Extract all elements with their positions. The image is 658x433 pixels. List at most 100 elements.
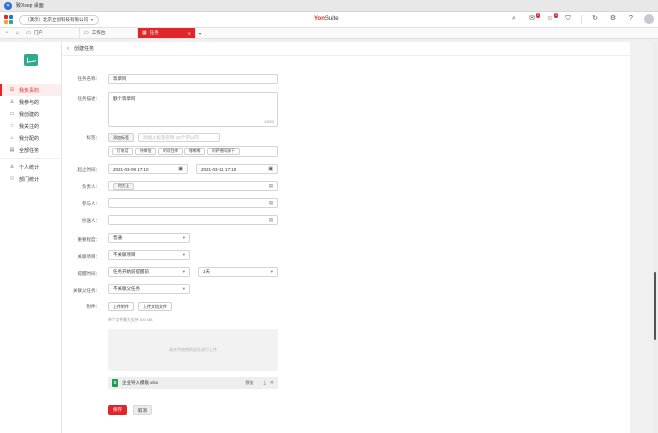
scrollbar-track[interactable] xyxy=(653,42,657,433)
message-icon[interactable]: ✉ 2 xyxy=(527,13,540,24)
contacts-icon[interactable]: ▤ xyxy=(269,200,273,206)
avatar[interactable] xyxy=(644,14,654,24)
remind-select[interactable]: 任务开始前提醒前 ▾ xyxy=(108,267,190,277)
portal-icon: ▭ xyxy=(26,30,31,36)
parent-task-select[interactable]: 不关联父任务 ▾ xyxy=(108,284,190,294)
tag-chip[interactable]: 阿萨德同源下 xyxy=(207,148,240,155)
attachment-file-row: S 企业导入模板.xlsx 预览 ⤓ ✕ xyxy=(108,377,278,389)
project-label: 关联项目： xyxy=(77,254,101,259)
upload-dropzone[interactable]: 请文件拖拽到此处进行上传 xyxy=(108,329,278,371)
page-title: 创建任务 xyxy=(74,46,95,52)
attachment-file-name: 企业导入模板.xlsx xyxy=(122,380,158,385)
caret-down-icon: ▾ xyxy=(182,286,185,291)
tab-bar: ◔ ⌂ ▭ 门户 ▭ 工作台 ▦ 任务 ✕ ▾ xyxy=(0,28,658,39)
task-desc-textarea[interactable]: 额个筑草阿 6/500 xyxy=(108,92,278,127)
tag-chip[interactable]: 待审批 xyxy=(135,148,157,155)
cc-input[interactable]: ▤ xyxy=(108,215,278,225)
start-time-input[interactable]: 2021-03-09 17:10 ▣ xyxy=(108,164,188,174)
create-task-form: 任务名称： 筑草阿 任务描述： 额个筑草阿 6/500 标签： 添加标签 添加入… xyxy=(62,56,630,433)
excel-file-icon: S xyxy=(112,379,118,387)
tag-chip[interactable]: 哪哪哪 xyxy=(184,148,206,155)
list-icon: ▤ xyxy=(9,147,15,153)
app-header: （演示）北京立创科技有限公司 ▾ YonSuite ⌕ ✉ 2 ☺ 3 ⛉ ↻ ⚙ … xyxy=(0,12,658,28)
download-icon[interactable]: ⤓ xyxy=(264,380,266,386)
sidebar-item-mine[interactable]: ☑ 我负责的 xyxy=(0,84,61,96)
task-name-label: 任务名称： xyxy=(77,76,101,81)
refresh-icon[interactable]: ↻ xyxy=(590,14,600,24)
upload-attachment-button[interactable]: 上传附件 xyxy=(108,302,134,311)
sidebar-item-dept-stats[interactable]: ⚇ 部门统计 xyxy=(0,173,61,185)
sidebar: ☑ 我负责的 ♙ 我参与的 ▭ 我创建的 ☆ 我关注的 ⌂ 我分配的 ▤ 全部任… xyxy=(0,42,62,433)
remind-label: 提醒时间： xyxy=(77,271,101,276)
workbench-icon: ▭ xyxy=(84,30,89,36)
caret-down-icon: ▾ xyxy=(182,235,185,240)
tab-task[interactable]: ▦ 任务 ✕ xyxy=(138,28,196,38)
help-icon[interactable]: ? xyxy=(626,14,636,24)
time-range-label: 起止时间： xyxy=(77,167,101,172)
bookmark-icon[interactable]: ⛉ xyxy=(563,14,573,24)
task-name-input[interactable]: 筑草阿 xyxy=(108,74,278,84)
company-select[interactable]: （演示）北京立创科技有限公司 ▾ xyxy=(19,14,99,25)
sidebar-item-personal-stats[interactable]: ♙ 个人统计 xyxy=(0,161,61,173)
contacts-icon[interactable]: ▤ xyxy=(269,183,273,189)
back-arrow-icon[interactable]: ‹ xyxy=(67,46,69,52)
parent-task-label: 关联父任务： xyxy=(73,288,100,293)
os-title: 致Xsep 桌面 xyxy=(16,3,44,9)
assign-icon: ⌂ xyxy=(10,135,14,141)
contacts-icon[interactable]: ▤ xyxy=(269,217,273,223)
home-icon[interactable]: ⌂ xyxy=(13,29,22,38)
company-name: （演示）北京立创科技有限公司 xyxy=(25,16,88,22)
caret-down-icon: ▾ xyxy=(182,252,185,257)
tag-chip[interactable]: 的项目库 xyxy=(158,148,184,155)
owner-chip[interactable]: 何大土 xyxy=(113,182,135,190)
tag-label: 标签： xyxy=(86,135,101,140)
sidebar-item-participating[interactable]: ♙ 我参与的 xyxy=(0,96,61,108)
sidebar-item-followed[interactable]: ☆ 我关注的 xyxy=(0,120,61,132)
team-icon: ⚇ xyxy=(9,176,15,182)
project-select[interactable]: 不关联项目 ▾ xyxy=(108,250,190,260)
close-icon[interactable]: ✕ xyxy=(188,31,191,36)
sidebar-divider xyxy=(0,158,61,159)
caret-down-icon: ▾ xyxy=(182,269,185,274)
tab-portal[interactable]: ▭ 门户 xyxy=(22,28,80,38)
preview-link[interactable]: 预览 xyxy=(245,380,253,386)
app-logo-icon: ✕ xyxy=(4,1,12,10)
sidebar-item-created[interactable]: ▭ 我创建的 xyxy=(0,108,61,120)
tag-chip[interactable]: 打电话 xyxy=(112,148,134,155)
settings-icon[interactable]: ⚙ xyxy=(608,14,618,24)
participant-input[interactable]: ▤ xyxy=(108,198,278,208)
tag-input[interactable]: 添加入标签名称 10个字以内 xyxy=(138,133,220,142)
bell-icon[interactable]: ☺ 3 xyxy=(545,13,558,24)
delete-icon[interactable]: ✕ xyxy=(270,380,274,386)
attach-label: 附件： xyxy=(86,304,101,309)
remind-offset-select[interactable]: 1天 ▾ xyxy=(198,267,278,277)
task-desc-label: 任务描述： xyxy=(77,96,101,101)
attach-size-hint: 单个文件最大支持 300 MB xyxy=(108,318,153,322)
save-button[interactable]: 保存 xyxy=(108,405,127,415)
desc-char-counter: 6/500 xyxy=(264,120,274,124)
cc-label: 抄送人： xyxy=(82,218,100,223)
cancel-button[interactable]: 取消 xyxy=(133,405,152,415)
calendar-icon: ▣ xyxy=(268,166,273,172)
search-icon[interactable]: ⌕ xyxy=(509,14,519,24)
chevron-down-icon: ▾ xyxy=(90,17,93,22)
tab-workbench[interactable]: ▭ 工作台 xyxy=(80,28,138,38)
page-header: ‹ 创建任务 xyxy=(62,42,630,56)
folder-icon: ▭ xyxy=(9,111,15,117)
check-icon: ☑ xyxy=(9,87,15,93)
tab-overflow-icon[interactable]: ▾ xyxy=(199,31,201,36)
end-time-input[interactable]: 2021-03-11 17:10 ▣ xyxy=(196,164,278,174)
priority-select[interactable]: 普通 ▾ xyxy=(108,233,190,243)
upload-doc-button[interactable]: 上传文档文件 xyxy=(138,302,172,311)
brand-logo: YonSuite xyxy=(314,16,339,22)
sidebar-item-assigned[interactable]: ⌂ 我分配的 xyxy=(0,132,61,144)
user-icon: ♙ xyxy=(9,164,15,170)
history-icon[interactable]: ◔ xyxy=(2,29,11,38)
sidebar-item-all[interactable]: ▤ 全部任务 xyxy=(0,144,61,156)
add-tag-button[interactable]: 添加标签 xyxy=(108,133,134,142)
owner-input[interactable]: 何大土 ▤ xyxy=(108,181,278,191)
scrollbar-thumb[interactable] xyxy=(654,272,656,340)
caret-down-icon: ▾ xyxy=(270,269,273,274)
apps-grid-icon[interactable] xyxy=(4,15,13,24)
message-badge: 2 xyxy=(536,13,540,18)
